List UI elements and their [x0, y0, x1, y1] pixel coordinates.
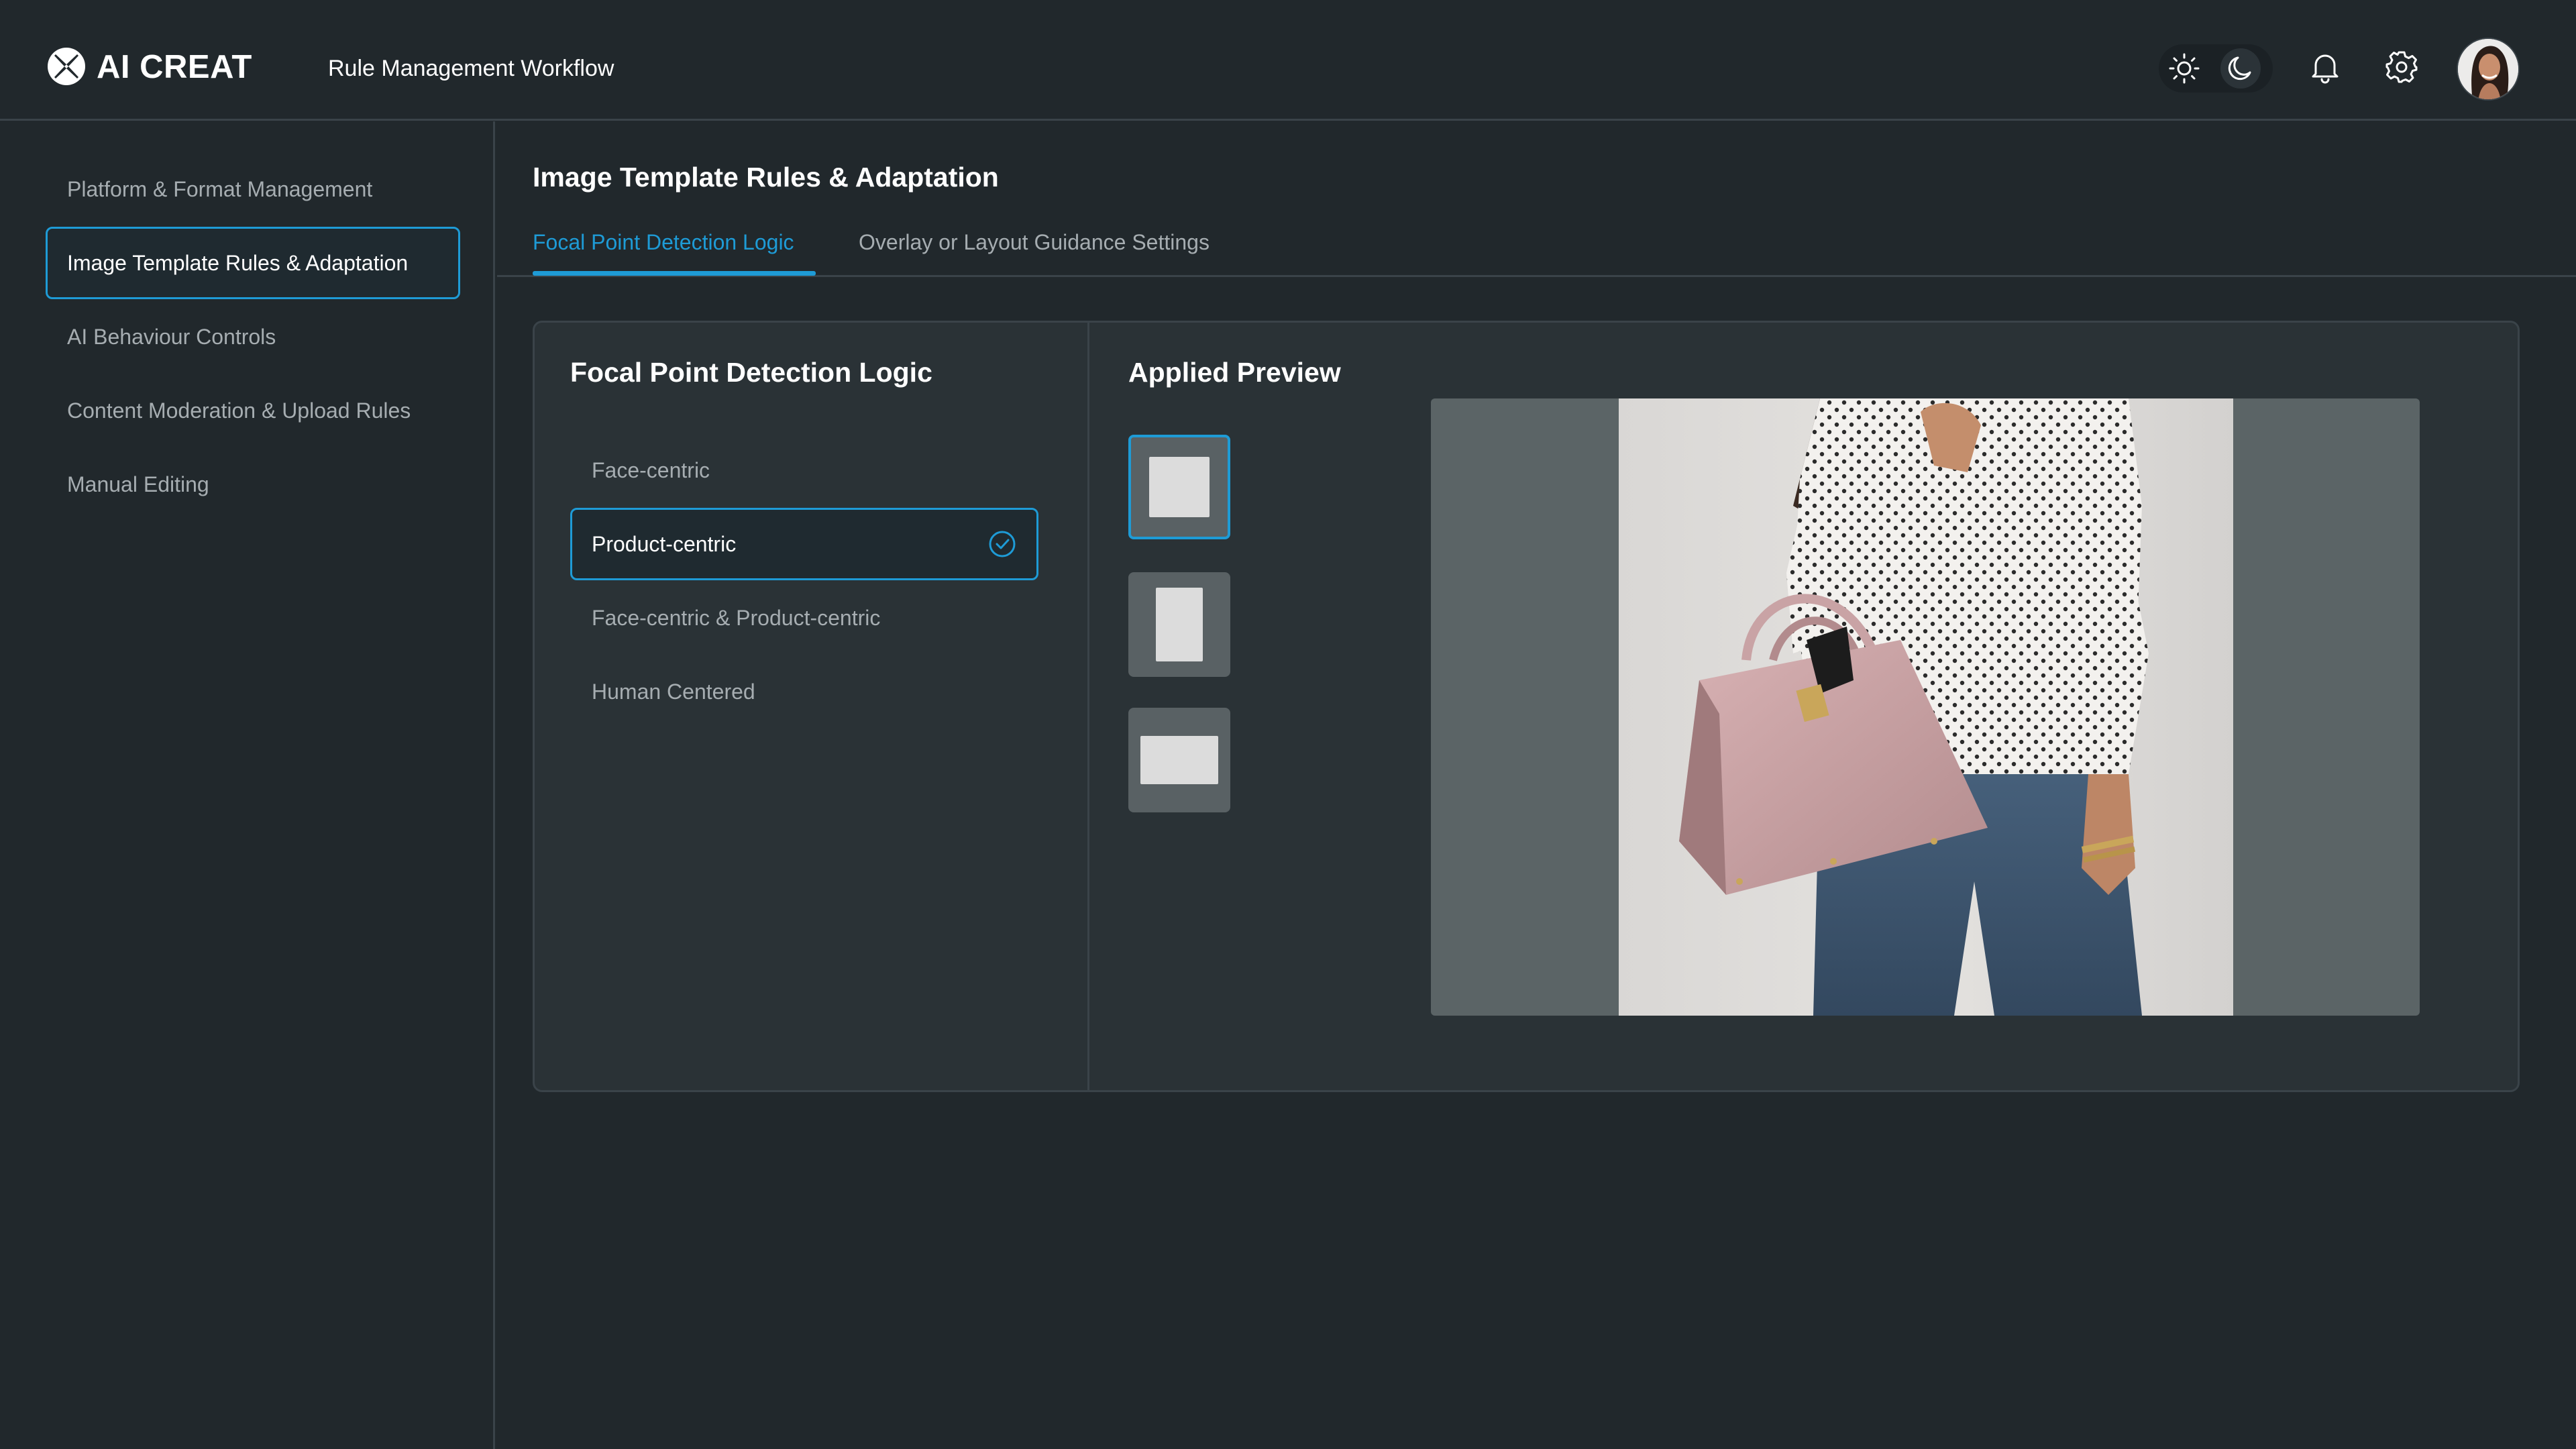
workflow-title: Rule Management Workflow [328, 56, 614, 81]
brand-name[interactable]: AI CREAT [97, 47, 252, 87]
sidebar-item-image-template-rules[interactable]: Image Template Rules & Adaptation [46, 227, 460, 299]
sidebar-item-manual-editing[interactable]: Manual Editing [46, 448, 460, 521]
active-tab-indicator [533, 271, 816, 276]
option-human-centered[interactable]: Human Centered [570, 655, 1038, 728]
applied-preview-frame [1431, 398, 2420, 1016]
focal-point-card: Focal Point Detection Logic Face-centric… [533, 321, 2520, 1092]
page-title: Image Template Rules & Adaptation [533, 162, 999, 193]
option-face-centric[interactable]: Face-centric [570, 434, 1038, 506]
top-header: AI CREAT Rule Management Workflow [0, 0, 2576, 121]
avatar-image [2458, 39, 2518, 99]
option-product-centric[interactable]: Product-centric [570, 508, 1038, 580]
logo-icon [48, 48, 85, 85]
light-mode-button[interactable] [2164, 48, 2204, 89]
settings-button[interactable] [2381, 47, 2422, 87]
sidebar: Platform & Format Management Image Templ… [0, 121, 495, 1449]
sidebar-item-platform-format[interactable]: Platform & Format Management [46, 153, 460, 225]
check-circle-icon [989, 531, 1016, 557]
detection-section-title: Focal Point Detection Logic [570, 357, 932, 388]
card-divider [1087, 323, 1089, 1090]
notifications-button[interactable] [2305, 47, 2345, 87]
preview-image [1619, 398, 2233, 1016]
moon-icon [2228, 56, 2251, 80]
theme-toggle[interactable] [2159, 44, 2273, 93]
option-label: Product-centric [592, 532, 737, 556]
preview-section-title: Applied Preview [1128, 357, 1341, 388]
bell-icon [2312, 54, 2339, 84]
model-with-handbag-image [1679, 398, 2149, 1016]
portrait-ratio-icon [1156, 588, 1203, 661]
landscape-ratio-icon [1140, 736, 1218, 784]
sun-icon [2169, 53, 2200, 84]
sidebar-item-content-moderation[interactable]: Content Moderation & Upload Rules [46, 374, 460, 447]
option-face-and-product-centric[interactable]: Face-centric & Product-centric [570, 582, 1038, 654]
dark-mode-button[interactable] [2220, 48, 2261, 89]
user-avatar[interactable] [2457, 38, 2520, 101]
tab-focal-point-detection[interactable]: Focal Point Detection Logic [533, 225, 794, 266]
gear-icon [2385, 51, 2418, 83]
tab-overlay-layout-guidance[interactable]: Overlay or Layout Guidance Settings [859, 225, 1210, 266]
square-ratio-icon [1149, 457, 1210, 517]
ratio-portrait-button[interactable] [1128, 572, 1230, 677]
sidebar-item-ai-behaviour[interactable]: AI Behaviour Controls [46, 301, 460, 373]
ratio-square-button[interactable] [1128, 435, 1230, 539]
ratio-landscape-button[interactable] [1128, 708, 1230, 812]
